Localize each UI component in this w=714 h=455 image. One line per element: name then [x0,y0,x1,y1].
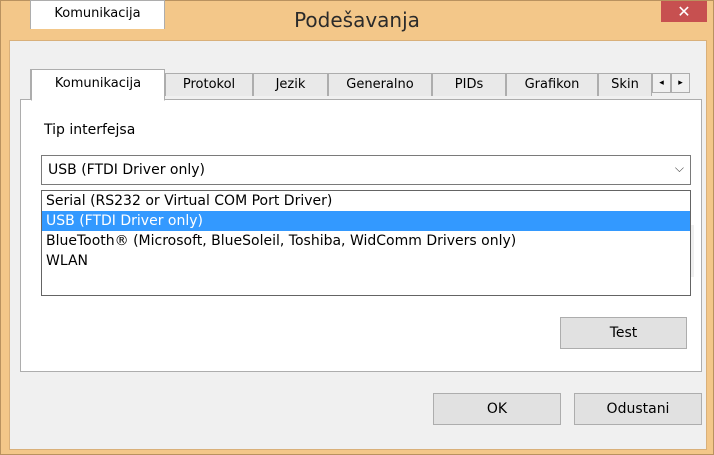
tab-jezik[interactable]: Jezik [253,73,328,96]
chevron-down-icon[interactable]: ⌵ [675,161,684,176]
interface-type-label: Tip interfejsa [44,122,136,138]
dropdown-option-usb[interactable]: USB (FTDI Driver only) [42,211,690,231]
tab-pids[interactable]: PIDs [432,73,506,96]
tab-komunikacija-label[interactable]: Komunikacija [31,69,165,101]
interface-type-value: USB (FTDI Driver only) [48,162,205,178]
dropdown-option-bluetooth[interactable]: BlueTooth® (Microsoft, BlueSoleil, Toshi… [42,231,690,251]
close-button[interactable]: ✕ [661,1,707,22]
interface-type-select[interactable]: USB (FTDI Driver only) ⌵ [41,155,691,185]
interface-dropdown-list[interactable]: Serial (RS232 or Virtual COM Port Driver… [41,190,691,296]
dropdown-option-serial[interactable]: Serial (RS232 or Virtual COM Port Driver… [42,191,690,211]
ok-button[interactable]: OK [433,393,561,425]
dropdown-option-wlan[interactable]: WLAN [42,251,690,271]
tab-scroll-right-button[interactable]: ▸ [671,73,690,93]
chevron-left-icon: ◂ [659,78,664,88]
close-icon: ✕ [677,2,691,21]
cancel-button[interactable]: Odustani [574,393,702,425]
test-button[interactable]: Test [560,317,687,349]
tab-scroll-left-button[interactable]: ◂ [652,73,671,93]
tab-protokol[interactable]: Protokol [165,73,253,96]
tab-komunikacija[interactable]: Komunikacija [30,0,165,29]
tab-skin[interactable]: Skin [598,73,652,96]
tab-generalno[interactable]: Generalno [328,73,432,96]
chevron-right-icon: ▸ [678,78,683,88]
tab-grafikon[interactable]: Grafikon [506,73,598,96]
